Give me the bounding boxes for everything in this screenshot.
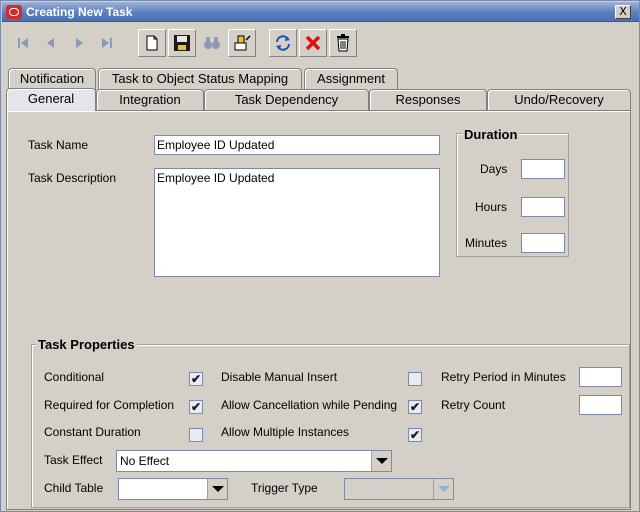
hours-input[interactable]	[521, 197, 565, 217]
tab-general[interactable]: General	[6, 88, 96, 111]
required-for-completion-label: Required for Completion	[44, 398, 175, 412]
child-table-label: Child Table	[44, 481, 104, 495]
trash-icon	[337, 34, 349, 52]
tab-task-to-object-status-mapping[interactable]: Task to Object Status Mapping	[98, 68, 302, 90]
tab-assignment[interactable]: Assignment	[304, 68, 398, 90]
chevron-down-icon	[211, 486, 224, 492]
tab-task-dependency[interactable]: Task Dependency	[204, 89, 369, 111]
new-button[interactable]	[138, 29, 166, 57]
retry-count-label: Retry Count	[441, 398, 506, 412]
save-icon	[174, 35, 190, 51]
red-x-icon	[305, 35, 321, 51]
task-effect-dropdown[interactable]: No Effect	[116, 450, 392, 472]
trigger-type-dropdown-arrow[interactable]	[433, 479, 453, 499]
trigger-type-dropdown[interactable]	[344, 478, 454, 500]
minutes-label: Minutes	[465, 236, 508, 250]
task-effect-value: No Effect	[120, 454, 170, 468]
tab-responses[interactable]: Responses	[369, 89, 487, 111]
retry-period-label: Retry Period in Minutes	[441, 370, 566, 384]
required-for-completion-checkbox[interactable]: ✔	[189, 400, 203, 414]
refresh-icon	[276, 35, 290, 51]
previous-icon	[47, 38, 54, 48]
constant-duration-checkbox[interactable]	[189, 428, 203, 442]
task-name-input[interactable]: Employee ID Updated	[154, 135, 440, 155]
tab-integration[interactable]: Integration	[96, 89, 204, 111]
previous-record-button[interactable]	[37, 29, 65, 57]
task-description-label: Task Description	[28, 171, 117, 185]
task-effect-label: Task Effect	[44, 453, 103, 467]
refresh-button[interactable]	[269, 29, 297, 57]
hours-label: Hours	[475, 200, 508, 214]
task-effect-dropdown-arrow[interactable]	[371, 451, 391, 471]
find-button[interactable]	[198, 29, 226, 57]
days-label: Days	[480, 162, 508, 176]
edit-button[interactable]	[228, 29, 256, 57]
disable-manual-insert-checkbox[interactable]	[408, 372, 422, 386]
tab-undo-recovery[interactable]: Undo/Recovery	[487, 89, 631, 111]
delete-button[interactable]	[329, 29, 357, 57]
conditional-checkbox[interactable]: ✔	[189, 372, 203, 386]
chevron-down-icon	[375, 458, 388, 464]
save-button[interactable]	[168, 29, 196, 57]
tab-notification[interactable]: Notification	[8, 68, 96, 90]
task-properties-title: Task Properties	[36, 337, 137, 352]
allow-cancellation-label: Allow Cancellation while Pending	[221, 398, 398, 412]
task-name-label: Task Name	[28, 138, 89, 152]
new-document-icon	[146, 35, 158, 51]
general-panel: Task Name Employee ID Updated Task Descr…	[6, 110, 631, 510]
child-table-dropdown[interactable]	[118, 478, 228, 500]
days-input[interactable]	[521, 159, 565, 179]
trigger-type-label: Trigger Type	[251, 481, 318, 495]
allow-multiple-instances-label: Allow Multiple Instances	[221, 425, 350, 439]
binoculars-icon	[204, 37, 220, 49]
task-description-input[interactable]: Employee ID Updated	[154, 168, 440, 277]
task-window: Creating New Task X Notification Task to…	[0, 0, 640, 512]
oracle-logo-icon	[6, 5, 22, 19]
last-icon	[102, 38, 112, 48]
edit-icon	[234, 35, 251, 51]
title-bar[interactable]: Creating New Task X	[2, 2, 639, 22]
cancel-button[interactable]	[299, 29, 327, 57]
chevron-down-icon	[437, 486, 450, 492]
first-icon	[18, 38, 28, 48]
allow-multiple-instances-checkbox[interactable]: ✔	[408, 428, 422, 442]
window-title: Creating New Task	[26, 5, 133, 19]
close-button[interactable]: X	[615, 5, 631, 19]
retry-count-input[interactable]	[579, 395, 622, 415]
disable-manual-insert-label: Disable Manual Insert	[221, 370, 338, 384]
allow-cancellation-checkbox[interactable]: ✔	[408, 400, 422, 414]
retry-period-input[interactable]	[579, 367, 622, 387]
constant-duration-label: Constant Duration	[44, 425, 141, 439]
tab-strip: Notification Task to Object Status Mappi…	[1, 65, 640, 115]
next-record-button[interactable]	[65, 29, 93, 57]
next-icon	[76, 38, 83, 48]
first-record-button[interactable]	[9, 29, 37, 57]
conditional-label: Conditional	[44, 370, 105, 384]
minutes-input[interactable]	[521, 233, 565, 253]
child-table-dropdown-arrow[interactable]	[207, 479, 227, 499]
duration-title: Duration	[462, 127, 520, 142]
last-record-button[interactable]	[93, 29, 121, 57]
toolbar	[3, 25, 637, 63]
